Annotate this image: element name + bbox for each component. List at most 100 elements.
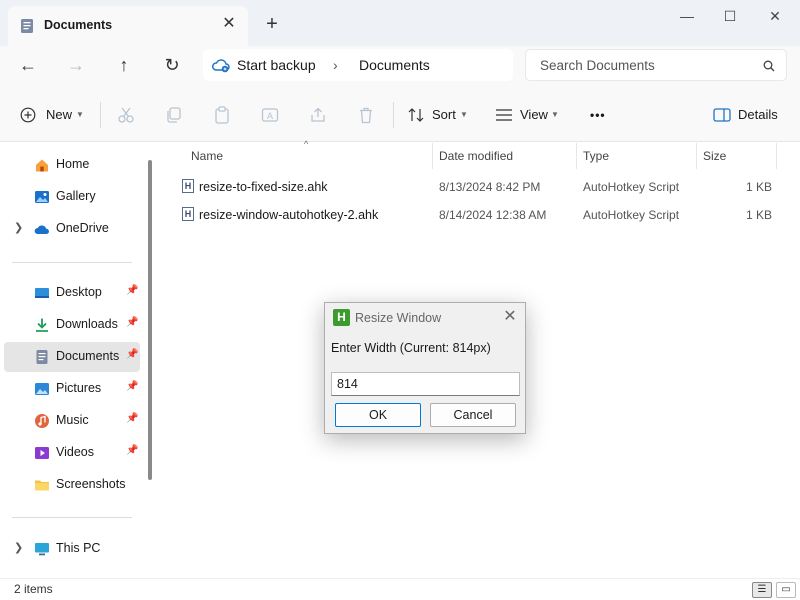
sort-label: Sort <box>432 107 456 122</box>
width-input[interactable] <box>331 372 520 396</box>
search-placeholder: Search Documents <box>540 58 655 73</box>
column-divider[interactable] <box>576 143 577 169</box>
cancel-button[interactable]: Cancel <box>430 403 516 427</box>
ahk-file-icon: H <box>182 179 194 193</box>
sidebar-item-desktop[interactable]: Desktop 📌 <box>4 278 140 308</box>
up-button[interactable]: ↑ <box>111 54 137 78</box>
sidebar-item-home[interactable]: Home <box>4 150 140 180</box>
column-divider[interactable] <box>776 143 777 169</box>
tiles-view-icon[interactable]: ▭ <box>776 582 796 598</box>
status-bar: 2 items ☰ ▭ <box>0 578 800 600</box>
paste-icon[interactable] <box>213 106 231 124</box>
sort-ascending-icon: ^ <box>304 139 309 149</box>
toolbar-divider <box>393 102 394 128</box>
dialog-close-button[interactable]: ✕ <box>501 308 519 326</box>
details-view-icon[interactable]: ☰ <box>752 582 772 598</box>
music-icon <box>35 414 49 428</box>
resize-window-dialog: H Resize Window ✕ Enter Width (Current: … <box>324 302 526 434</box>
search-icon <box>763 60 775 72</box>
forward-button[interactable]: → <box>63 54 89 78</box>
sort-button[interactable]: Sort ▼ <box>408 105 470 125</box>
sidebar-item-gallery[interactable]: Gallery <box>4 182 140 212</box>
ahk-file-icon: H <box>182 207 194 221</box>
dialog-prompt: Enter Width (Current: 814px) <box>331 341 491 355</box>
pin-icon[interactable]: 📌 <box>126 285 138 296</box>
close-window-button[interactable]: ✕ <box>760 6 790 26</box>
gallery-icon <box>35 191 49 203</box>
back-button[interactable]: ← <box>15 54 41 78</box>
add-circle-icon <box>20 107 36 123</box>
chevron-down-icon: ▼ <box>460 110 468 119</box>
sidebar-item-this-pc[interactable]: ❯ This PC <box>4 534 140 564</box>
maximize-button[interactable]: ☐ <box>715 6 745 26</box>
navigation-pane: Home Gallery ❯ OneDrive Desktop 📌 Downlo… <box>0 143 157 578</box>
file-name: resize-to-fixed-size.ahk <box>199 180 328 194</box>
chevron-right-icon[interactable]: ❯ <box>14 221 23 234</box>
chevron-right-icon[interactable]: ❯ <box>14 541 23 554</box>
details-label: Details <box>738 107 778 122</box>
documents-breadcrumb[interactable]: Documents <box>359 57 430 73</box>
sort-icon <box>408 108 424 122</box>
pin-icon[interactable]: 📌 <box>126 445 138 456</box>
rename-icon[interactable]: A <box>261 106 279 124</box>
tab-close-button[interactable]: ✕ <box>220 15 238 33</box>
share-icon[interactable] <box>309 106 327 124</box>
documents-icon <box>36 350 48 364</box>
view-button[interactable]: View ▼ <box>495 105 561 125</box>
new-tab-button[interactable]: + <box>262 14 282 34</box>
svg-text:A: A <box>267 111 273 121</box>
new-button[interactable]: New ▼ <box>20 105 90 125</box>
delete-icon[interactable] <box>357 106 375 124</box>
pin-icon[interactable]: 📌 <box>126 317 138 328</box>
column-header-name[interactable]: Name <box>191 149 223 163</box>
details-button[interactable]: Details <box>713 105 781 125</box>
details-pane-icon <box>713 108 731 122</box>
file-date: 8/13/2024 8:42 PM <box>439 180 541 194</box>
cloud-backup-icon <box>212 59 230 73</box>
start-backup-breadcrumb[interactable]: Start backup <box>237 57 316 73</box>
search-box[interactable]: Search Documents <box>525 49 787 81</box>
desktop-icon <box>35 288 49 298</box>
table-row[interactable]: H resize-to-fixed-size.ahk 8/13/2024 8:4… <box>174 176 774 198</box>
title-bar: Documents ✕ + — ☐ ✕ <box>0 0 800 46</box>
file-date: 8/14/2024 12:38 AM <box>439 208 547 222</box>
tab-documents[interactable]: Documents ✕ <box>8 6 248 46</box>
pin-icon[interactable]: 📌 <box>126 413 138 424</box>
sidebar-divider <box>12 262 132 263</box>
command-bar: New ▼ A Sort ▼ View ▼ ••• Details <box>0 86 800 142</box>
chevron-down-icon: ▼ <box>551 110 559 119</box>
column-header-type[interactable]: Type <box>583 149 609 163</box>
pin-icon[interactable]: 📌 <box>126 381 138 392</box>
ok-button[interactable]: OK <box>335 403 421 427</box>
sidebar-item-videos[interactable]: Videos 📌 <box>4 438 140 468</box>
sidebar-scrollbar[interactable] <box>148 160 152 480</box>
sidebar-item-downloads[interactable]: Downloads 📌 <box>4 310 140 340</box>
refresh-button[interactable]: ↻ <box>159 54 185 78</box>
column-divider[interactable] <box>432 143 433 169</box>
table-row[interactable]: H resize-window-autohotkey-2.ahk 8/14/20… <box>174 204 774 226</box>
address-bar[interactable]: Start backup › Documents <box>203 49 513 81</box>
cut-icon[interactable] <box>117 106 135 124</box>
sidebar-divider <box>12 517 132 518</box>
sidebar-item-pictures[interactable]: Pictures 📌 <box>4 374 140 404</box>
column-header-size[interactable]: Size <box>703 149 726 163</box>
autohotkey-icon: H <box>333 309 350 326</box>
copy-icon[interactable] <box>165 106 183 124</box>
file-type: AutoHotkey Script <box>583 180 680 194</box>
file-type: AutoHotkey Script <box>583 208 680 222</box>
pin-icon[interactable]: 📌 <box>126 349 138 360</box>
videos-icon <box>35 447 49 459</box>
sidebar-item-screenshots[interactable]: Screenshots <box>4 470 140 500</box>
file-name: resize-window-autohotkey-2.ahk <box>199 208 379 222</box>
more-options-icon[interactable]: ••• <box>590 105 606 125</box>
sidebar-item-documents[interactable]: Documents 📌 <box>4 342 140 372</box>
column-header-date[interactable]: Date modified <box>439 149 513 163</box>
cloud-icon <box>34 225 49 234</box>
file-size: 1 KB <box>746 180 773 194</box>
column-divider[interactable] <box>696 143 697 169</box>
pc-icon <box>35 543 49 556</box>
sidebar-item-music[interactable]: Music 📌 <box>4 406 140 436</box>
minimize-button[interactable]: — <box>672 6 702 26</box>
home-icon <box>36 159 48 172</box>
sidebar-item-onedrive[interactable]: ❯ OneDrive <box>4 214 140 244</box>
